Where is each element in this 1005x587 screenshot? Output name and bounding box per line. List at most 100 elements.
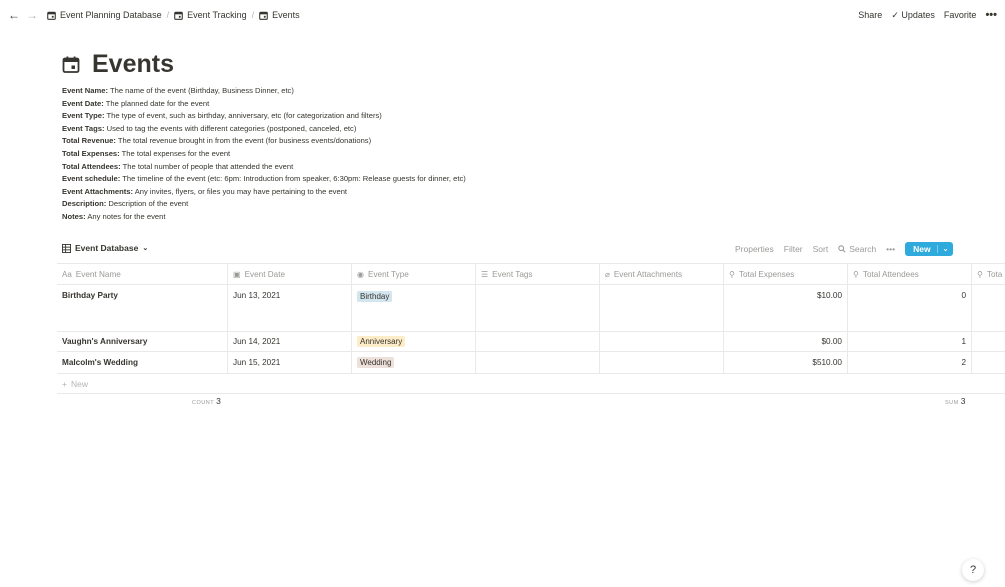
event-name-cell[interactable]: Birthday Party	[57, 285, 228, 331]
chevron-down-icon: ⌄	[142, 245, 149, 252]
text-icon: Aa	[62, 269, 72, 279]
count-aggregate[interactable]: COUNT 3	[192, 396, 221, 406]
description-line: Event Date: The planned date for the eve…	[62, 98, 466, 111]
sort-button[interactable]: Sort	[813, 244, 829, 254]
column-header-label: Total Attendees	[862, 269, 919, 279]
table-row[interactable]: Vaughn's Anniversary Jun 14, 2021 Annive…	[57, 332, 1005, 352]
event-type-cell[interactable]: Birthday	[352, 285, 476, 331]
column-header-event-type[interactable]: ◉ Event Type	[352, 264, 476, 284]
new-button[interactable]: New ⌄	[905, 242, 954, 256]
event-date-cell[interactable]: Jun 15, 2021	[228, 352, 352, 373]
event-type-cell[interactable]: Wedding	[352, 352, 476, 373]
search-icon: ⚲	[729, 269, 735, 279]
event-attachments-cell[interactable]	[600, 332, 724, 351]
properties-button[interactable]: Properties	[735, 244, 774, 254]
sum-aggregate[interactable]: SUM 3	[945, 396, 965, 406]
description-label: Event Type:	[62, 111, 105, 121]
breadcrumb-separator: /	[251, 10, 255, 20]
top-bar: ← → Event Planning Database / Event Trac…	[0, 0, 1005, 30]
total-revenue-cell[interactable]	[972, 352, 1005, 373]
type-tag: Birthday	[357, 291, 393, 302]
event-attachments-cell[interactable]	[600, 285, 724, 331]
check-icon: ✓	[891, 9, 899, 20]
breadcrumb-item[interactable]: Event Tracking	[171, 10, 250, 20]
select-icon: ◉	[357, 269, 364, 279]
event-tags-cell[interactable]	[476, 332, 600, 351]
event-tags-cell[interactable]	[476, 352, 600, 373]
breadcrumb-item[interactable]: Events	[256, 10, 303, 20]
back-arrow-icon[interactable]: ←	[8, 9, 20, 21]
event-type-cell[interactable]: Anniversary	[352, 332, 476, 351]
page-description: Event Name: The name of the event (Birth…	[62, 85, 466, 224]
calendar-icon	[259, 11, 268, 20]
event-attachments-cell[interactable]	[600, 352, 724, 373]
description-label: Event Attachments:	[62, 186, 134, 196]
column-header-total-attendees[interactable]: ⚲ Total Attendees	[848, 264, 972, 284]
description-text: The total expenses for the event	[119, 148, 231, 158]
table-header-row: Aa Event Name ▣ Event Date ◉ Event Type ☰ Ev…	[57, 263, 1005, 285]
column-header-event-date[interactable]: ▣ Event Date	[228, 264, 352, 284]
calendar-icon	[174, 11, 183, 20]
description-text: The total revenue brought in from the ev…	[115, 136, 372, 146]
breadcrumb-item[interactable]: Event Planning Database	[44, 10, 165, 20]
total-expenses-cell[interactable]: $0.00	[724, 332, 848, 351]
column-header-label: Tota	[986, 269, 1003, 279]
forward-arrow-icon[interactable]: →	[26, 9, 38, 21]
breadcrumb-label: Events	[272, 10, 300, 20]
page-header: Events	[62, 50, 174, 79]
count-value: 3	[216, 396, 221, 406]
table-row[interactable]: Birthday Party Jun 13, 2021 Birthday $10…	[57, 285, 1005, 332]
help-button[interactable]: ?	[962, 559, 984, 581]
updates-label: Updates	[901, 9, 935, 20]
event-date-cell[interactable]: Jun 13, 2021	[228, 285, 352, 331]
description-text: The name of the event (Birthday, Busines…	[108, 86, 294, 95]
more-options-button[interactable]: •••	[985, 9, 997, 21]
table-icon	[62, 243, 71, 253]
column-header-event-attachments[interactable]: ⌀ Event Attachments	[600, 264, 724, 284]
search-icon: ⚲	[853, 269, 859, 279]
total-expenses-cell[interactable]: $510.00	[724, 352, 848, 373]
description-line: Event Name: The name of the event (Birth…	[62, 85, 466, 98]
description-line: Event Type: The type of event, such as b…	[62, 110, 466, 123]
calendar-icon[interactable]	[62, 56, 80, 74]
total-attendees-cell[interactable]: 0	[848, 285, 972, 331]
description-text: The planned date for the event	[103, 98, 210, 108]
top-actions: Share ✓ Updates Favorite •••	[858, 0, 997, 30]
updates-button[interactable]: ✓ Updates	[891, 10, 935, 21]
table-row[interactable]: Malcolm's Wedding Jun 15, 2021 Wedding $…	[57, 352, 1005, 374]
event-name-cell[interactable]: Malcolm's Wedding	[57, 352, 228, 373]
share-button[interactable]: Share	[858, 10, 882, 20]
breadcrumb-label: Event Tracking	[187, 10, 247, 20]
description-text: Description of the event	[106, 199, 189, 209]
new-row-button[interactable]: + New	[57, 374, 1005, 394]
sum-value: 3	[960, 396, 966, 406]
description-line: Event Attachments: Any invites, flyers, …	[62, 186, 466, 199]
total-revenue-cell[interactable]	[972, 332, 1005, 351]
total-attendees-cell[interactable]: 2	[848, 352, 972, 373]
total-attendees-cell[interactable]: 1	[848, 332, 972, 351]
total-expenses-cell[interactable]: $10.00	[724, 285, 848, 331]
event-tags-cell[interactable]	[476, 285, 600, 331]
description-line: Event schedule: The timeline of the even…	[62, 173, 466, 186]
database-more-button[interactable]: •••	[886, 244, 895, 254]
column-header-total-revenue[interactable]: ⚲ Tota	[972, 264, 1005, 284]
event-date-cell[interactable]: Jun 14, 2021	[228, 332, 352, 351]
filter-button[interactable]: Filter	[784, 244, 803, 254]
page-title[interactable]: Events	[92, 50, 174, 79]
search-button[interactable]: Search	[838, 244, 876, 254]
column-header-event-tags[interactable]: ☰ Event Tags	[476, 264, 600, 284]
database-table: Aa Event Name ▣ Event Date ◉ Event Type ☰ Ev…	[57, 263, 1005, 394]
total-revenue-cell[interactable]	[972, 285, 1005, 331]
column-header-label: Event Tags	[492, 269, 533, 279]
chevron-down-icon[interactable]: ⌄	[936, 245, 954, 253]
sum-label: SUM	[945, 400, 959, 406]
breadcrumb-label: Event Planning Database	[60, 10, 162, 20]
favorite-button[interactable]: Favorite	[944, 10, 977, 20]
description-line: Total Attendees: The total number of peo…	[62, 161, 466, 174]
database-view-switcher[interactable]: Event Database ⌄	[62, 243, 148, 253]
column-header-total-expenses[interactable]: ⚲ Total Expenses	[724, 264, 848, 284]
column-header-label: Event Name	[75, 269, 121, 279]
event-name-cell[interactable]: Vaughn's Anniversary	[57, 332, 228, 351]
calendar-icon: ▣	[233, 269, 241, 279]
column-header-event-name[interactable]: Aa Event Name	[57, 264, 228, 284]
